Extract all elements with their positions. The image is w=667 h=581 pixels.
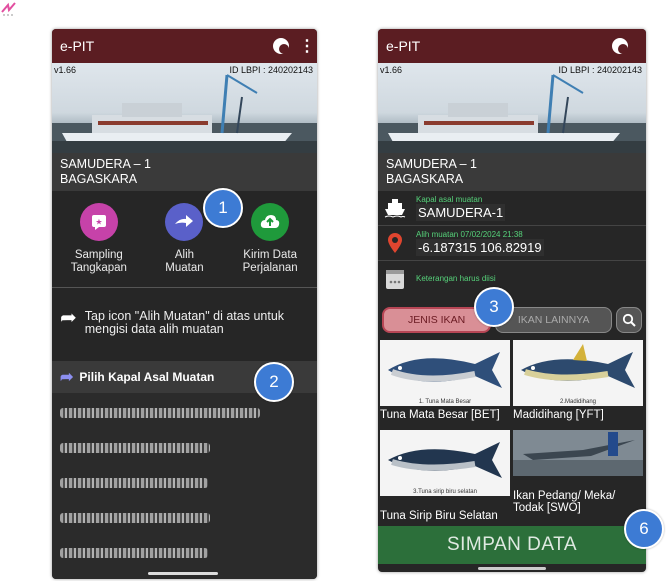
ship-illustration — [378, 74, 646, 153]
step-callout-3: 3 — [474, 287, 514, 327]
search-button[interactable] — [616, 307, 643, 333]
hint-text: Tap icon "Alih Muatan" di atas untuk men… — [84, 309, 285, 336]
ship-name-line-2: BAGASKARA — [386, 172, 464, 186]
notes-icon — [384, 266, 406, 292]
fish-name: Ikan Pedang/ Meka/ Todak [SWO] — [513, 490, 616, 514]
fish-name: Tuna Mata Besar [BET] — [380, 409, 500, 421]
ship-photo: v1.66 ID LBPI : 240202143 — [52, 63, 317, 153]
id-lbpi-label: ID LBPI : 240202143 — [558, 65, 642, 75]
kirim-label-2: Perjalanan — [242, 262, 298, 274]
hint-arrow-icon: ➦ — [60, 307, 77, 329]
svg-text:★: ★ — [95, 218, 102, 227]
ship-option-blurred[interactable] — [60, 468, 307, 498]
sampling-label-1: Sampling — [74, 249, 123, 261]
step-callout-1: 1 — [203, 188, 243, 228]
fish-card[interactable]: 3.Tuna sirip biru selatan Tuna Sirip Bir… — [380, 430, 510, 526]
kirim-data-button[interactable]: Kirim Data Perjalanan — [230, 203, 310, 281]
ship-icon — [384, 195, 406, 221]
gesture-bar — [148, 572, 218, 575]
fish-card[interactable]: 2.Madidihang Madidihang [YFT] — [513, 340, 643, 430]
fish-grid: 1. Tuna Mata Besar Tuna Mata Besar [BET]… — [378, 340, 646, 526]
phone-screen-left: e-PIT ⋮ v1.66 ID LBPI : 240202143 SAMUDE… — [52, 29, 317, 579]
notes-field[interactable]: Keterangan harus diisi — [378, 261, 646, 296]
location-pin-icon — [384, 230, 406, 256]
gesture-bar — [478, 567, 546, 570]
fish-card[interactable]: Ikan Pedang/ Meka/ Todak [SWO] — [513, 430, 643, 526]
transfer-arrow-icon-small: ➦ — [60, 369, 74, 386]
sheet-title: Pilih Kapal Asal Muatan — [79, 370, 215, 384]
origin-ship-label: Kapal asal muatan — [416, 195, 483, 204]
fish-name: Madidihang [YFT] — [513, 409, 604, 421]
ship-name-panel: SAMUDERA – 1 BAGASKARA — [52, 153, 317, 191]
fish-image: 3.Tuna sirip biru selatan — [380, 430, 510, 496]
app-title: e-PIT — [60, 38, 95, 54]
search-icon — [623, 313, 636, 327]
id-lbpi-label: ID LBPI : 240202143 — [229, 65, 313, 75]
origin-ship-value: SAMUDERA-1 — [416, 204, 506, 221]
ship-photo: v1.66 ID LBPI : 240202143 — [378, 63, 646, 153]
cloud-upload-icon — [251, 203, 290, 241]
fish-name: Tuna Sirip Biru Selatan — [380, 510, 498, 522]
fish-caption: 3.Tuna sirip biru selatan — [413, 489, 477, 495]
ship-option-blurred[interactable] — [60, 503, 307, 533]
location-field[interactable]: Alih muatan 07/02/2024 21:38 -6.187315 1… — [378, 226, 646, 261]
app-bar: e-PIT — [378, 29, 646, 63]
ship-option-blurred[interactable] — [60, 398, 307, 428]
corner-logo-icon — [0, 0, 18, 18]
step-callout-2: 2 — [254, 362, 294, 402]
step-callout-6: 6 — [624, 509, 664, 549]
action-menu: ★ Sampling Tangkapan Alih Muatan Kirim D… — [52, 191, 317, 287]
ship-option-blurred[interactable] — [60, 433, 307, 463]
fish-card[interactable]: 1. Tuna Mata Besar Tuna Mata Besar [BET] — [380, 340, 510, 430]
sampling-icon: ★ — [79, 203, 118, 241]
ship-illustration — [52, 74, 317, 153]
app-bar: e-PIT ⋮ — [52, 29, 317, 63]
app-title: e-PIT — [386, 38, 421, 54]
fish-image: 1. Tuna Mata Besar — [380, 340, 510, 406]
fish-caption: 1. Tuna Mata Besar — [418, 399, 472, 405]
notes-required-label: Keterangan harus diisi — [416, 274, 496, 283]
sampling-label-2: Tangkapan — [70, 262, 127, 274]
kirim-label-1: Kirim Data — [243, 249, 297, 261]
coordinates-value: -6.187315 106.82919 — [416, 239, 544, 256]
transfer-arrow-icon — [165, 203, 204, 241]
version-label: v1.66 — [380, 65, 403, 75]
origin-ship-field[interactable]: Kapal asal muatan SAMUDERA-1 — [378, 191, 646, 226]
fish-caption: 2.Madidihang — [559, 399, 597, 405]
version-label: v1.66 — [54, 65, 77, 75]
ship-name-line-1: SAMUDERA – 1 — [60, 157, 152, 171]
ship-name-line-1: SAMUDERA – 1 — [386, 157, 478, 171]
tutorial-canvas: e-PIT ⋮ v1.66 ID LBPI : 240202143 SAMUDE… — [0, 0, 667, 581]
dark-mode-icon[interactable] — [612, 38, 628, 54]
alih-label-2: Muatan — [165, 262, 204, 274]
overflow-menu-icon[interactable]: ⋮ — [299, 36, 315, 56]
ship-name-panel: SAMUDERA – 1 BAGASKARA — [378, 153, 646, 191]
hint-row: ➦ Tap icon "Alih Muatan" di atas untuk m… — [52, 288, 317, 348]
fish-image — [513, 430, 643, 476]
ship-option-blurred[interactable] — [60, 538, 307, 568]
version-row: v1.66 ID LBPI : 240202143 — [380, 65, 642, 75]
transfer-datetime-label: Alih muatan 07/02/2024 21:38 — [416, 230, 523, 239]
ship-name-line-2: BAGASKARA — [60, 172, 138, 186]
alih-label-1: Alih — [174, 249, 195, 261]
sampling-tangkapan-button[interactable]: ★ Sampling Tangkapan — [59, 203, 139, 281]
dark-mode-icon[interactable] — [273, 38, 289, 54]
save-data-button[interactable]: SIMPAN DATA — [378, 526, 646, 564]
version-row: v1.66 ID LBPI : 240202143 — [54, 65, 313, 75]
fish-image: 2.Madidihang — [513, 340, 643, 406]
